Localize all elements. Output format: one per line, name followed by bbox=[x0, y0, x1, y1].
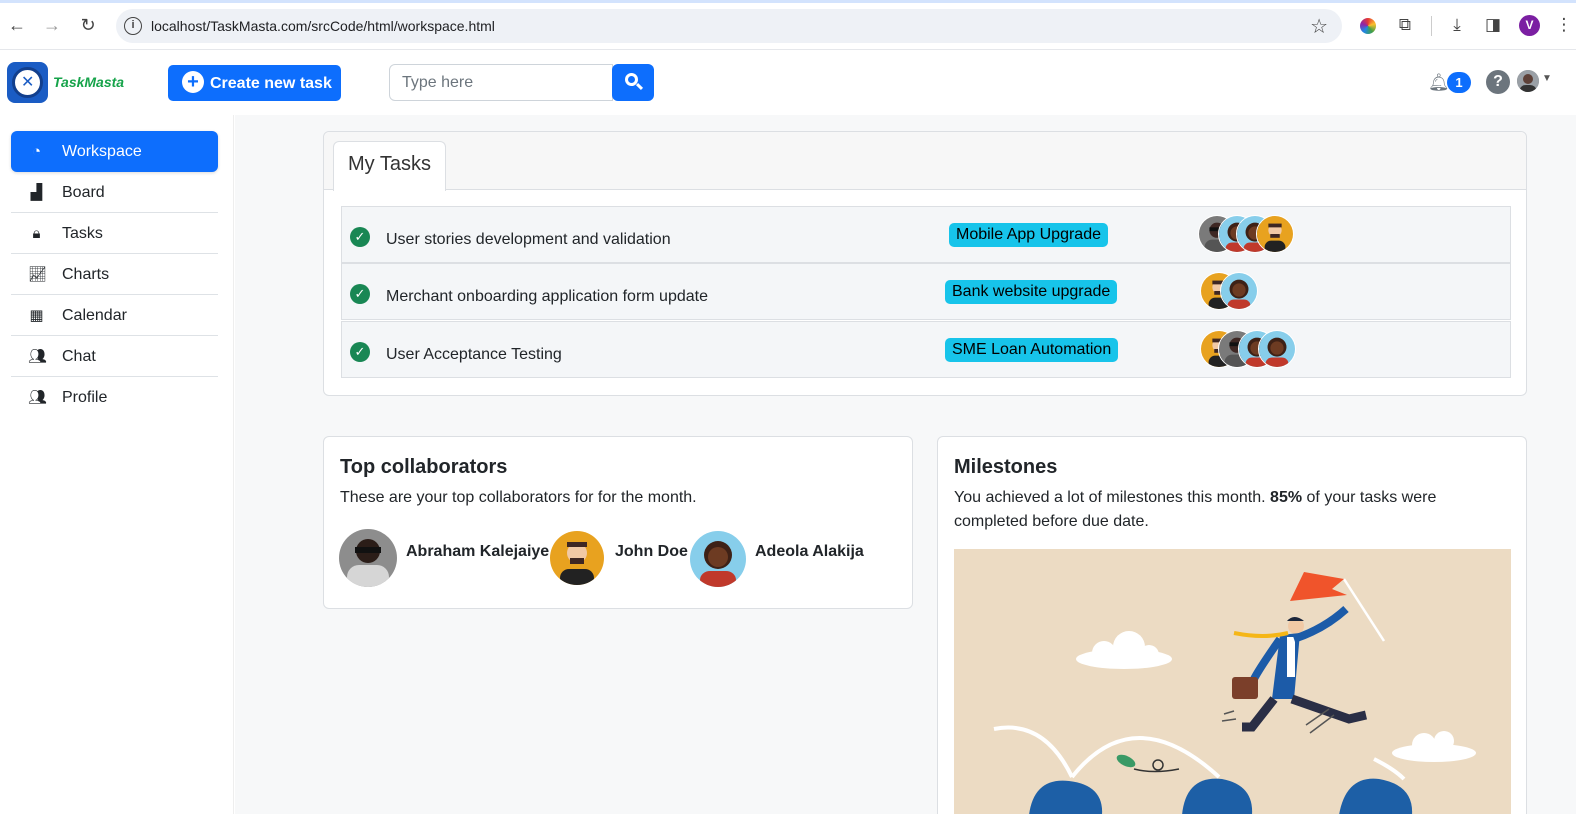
extensions-icon[interactable]: ⧉ bbox=[1394, 14, 1416, 36]
project-badge[interactable]: Bank website upgrade bbox=[945, 280, 1118, 304]
side-panel-icon[interactable]: ◨ bbox=[1482, 14, 1504, 36]
address-bar[interactable]: i localhost/TaskMasta.com/srcCode/html/w… bbox=[116, 9, 1342, 43]
milestones-card: Milestones You achieved a lot of milesto… bbox=[937, 436, 1527, 814]
task-title[interactable]: User stories development and validation bbox=[386, 231, 671, 249]
line-chart-icon: 📈︎ bbox=[28, 266, 48, 283]
milestones-description: You achieved a lot of milestones this mo… bbox=[954, 486, 1509, 534]
bookmark-star-icon[interactable]: ☆ bbox=[1310, 14, 1328, 39]
sidebar-item-label: Chat bbox=[62, 348, 96, 365]
sidebar: ◔ Workspace ▟ Board 🔒︎ Tasks 📈︎ Charts ▦… bbox=[0, 115, 234, 814]
my-tasks-card: My Tasks ✓ User stories development and … bbox=[323, 131, 1527, 396]
toolbar-divider bbox=[1431, 16, 1432, 36]
browser-profile-avatar[interactable]: V bbox=[1519, 15, 1540, 36]
milestones-illustration bbox=[954, 549, 1511, 814]
avatar[interactable] bbox=[1220, 272, 1258, 310]
card-title: Milestones bbox=[954, 456, 1058, 478]
app-logo-text[interactable]: TaskMasta bbox=[53, 74, 124, 90]
collaborator-name[interactable]: Abraham Kalejaiye bbox=[406, 543, 549, 561]
help-icon[interactable]: ? bbox=[1486, 70, 1510, 94]
sidebar-item-charts[interactable]: 📈︎ Charts bbox=[11, 254, 218, 295]
user-avatar[interactable] bbox=[1517, 70, 1539, 92]
forward-icon[interactable]: → bbox=[41, 14, 63, 36]
users-icon: 👥︎ bbox=[28, 348, 48, 365]
sidebar-item-chat[interactable]: 👥︎ Chat bbox=[11, 336, 218, 377]
avatar[interactable] bbox=[339, 529, 397, 587]
app-logo-icon[interactable] bbox=[7, 62, 48, 103]
collaborator-name[interactable]: John Doe bbox=[615, 543, 688, 561]
users-icon: 👥︎ bbox=[28, 389, 48, 406]
project-badge[interactable]: Mobile App Upgrade bbox=[949, 223, 1108, 247]
sidebar-item-label: Board bbox=[62, 184, 105, 201]
plus-icon: + bbox=[182, 71, 204, 93]
area-chart-icon: ▟ bbox=[30, 184, 43, 201]
sidebar-item-profile[interactable]: 👥︎ Profile bbox=[11, 377, 218, 418]
avatar[interactable] bbox=[690, 531, 746, 587]
collaborator-name[interactable]: Adeola Alakija bbox=[755, 543, 864, 561]
color-extension-icon[interactable] bbox=[1360, 18, 1376, 34]
calendar-icon: ▦ bbox=[29, 307, 44, 324]
project-badge[interactable]: SME Loan Automation bbox=[945, 338, 1119, 362]
sidebar-item-label: Profile bbox=[62, 389, 108, 406]
url-text[interactable]: localhost/TaskMasta.com/srcCode/html/wor… bbox=[151, 18, 495, 34]
task-row[interactable]: ✓ User stories development and validatio… bbox=[341, 206, 1511, 263]
create-task-button[interactable]: + Create new task bbox=[168, 65, 341, 101]
milestones-text-before: You achieved a lot of milestones this mo… bbox=[954, 489, 1271, 506]
sidebar-item-label: Charts bbox=[62, 266, 110, 283]
lock-icon: 🔒︎ bbox=[32, 225, 41, 242]
sidebar-item-label: Calendar bbox=[62, 307, 127, 324]
task-title[interactable]: User Acceptance Testing bbox=[386, 346, 562, 364]
browser-menu-icon[interactable]: ⋮ bbox=[1553, 14, 1575, 36]
notification-badge[interactable]: 1 bbox=[1447, 72, 1471, 93]
sidebar-item-calendar[interactable]: ▦ Calendar bbox=[11, 295, 218, 336]
check-circle-icon[interactable]: ✓ bbox=[350, 342, 370, 362]
avatar[interactable] bbox=[1256, 215, 1294, 253]
search-input[interactable] bbox=[389, 64, 613, 101]
site-info-icon[interactable]: i bbox=[124, 17, 142, 35]
avatar[interactable] bbox=[1258, 330, 1296, 368]
sidebar-item-workspace[interactable]: ◔ Workspace bbox=[11, 131, 218, 172]
task-row[interactable]: ✓ Merchant onboarding application form u… bbox=[341, 263, 1511, 320]
sidebar-item-board[interactable]: ▟ Board bbox=[11, 172, 218, 213]
browser-toolbar: ← → ↻ i localhost/TaskMasta.com/srcCode/… bbox=[0, 0, 1576, 50]
reload-icon[interactable]: ↻ bbox=[77, 14, 99, 36]
milestones-percent: 85% bbox=[1270, 489, 1303, 506]
tab-strip bbox=[0, 0, 1576, 3]
back-icon[interactable]: ← bbox=[6, 14, 28, 36]
sidebar-item-label: Tasks bbox=[62, 225, 103, 242]
dashboard-icon: ◔ bbox=[31, 143, 42, 160]
card-description: These are your top collaborators for for… bbox=[340, 489, 697, 506]
tab-my-tasks[interactable]: My Tasks bbox=[333, 141, 446, 191]
check-circle-icon[interactable]: ✓ bbox=[350, 284, 370, 304]
download-icon[interactable]: ⤓ bbox=[1446, 14, 1468, 36]
sidebar-item-label: Workspace bbox=[62, 143, 142, 160]
search-button[interactable] bbox=[612, 64, 654, 101]
avatar[interactable] bbox=[550, 531, 604, 585]
check-circle-icon[interactable]: ✓ bbox=[350, 227, 370, 247]
task-title[interactable]: Merchant onboarding application form upd… bbox=[386, 288, 708, 306]
card-title: Top collaborators bbox=[340, 456, 508, 478]
create-task-label: Create new task bbox=[210, 75, 332, 92]
chevron-down-icon[interactable]: ▼ bbox=[1542, 73, 1552, 84]
top-collaborators-card: Top collaborators These are your top col… bbox=[323, 436, 913, 609]
sidebar-item-tasks[interactable]: 🔒︎ Tasks bbox=[11, 213, 218, 254]
task-row[interactable]: ✓ User Acceptance Testing SME Loan Autom… bbox=[341, 321, 1511, 378]
card-header bbox=[324, 132, 1526, 190]
